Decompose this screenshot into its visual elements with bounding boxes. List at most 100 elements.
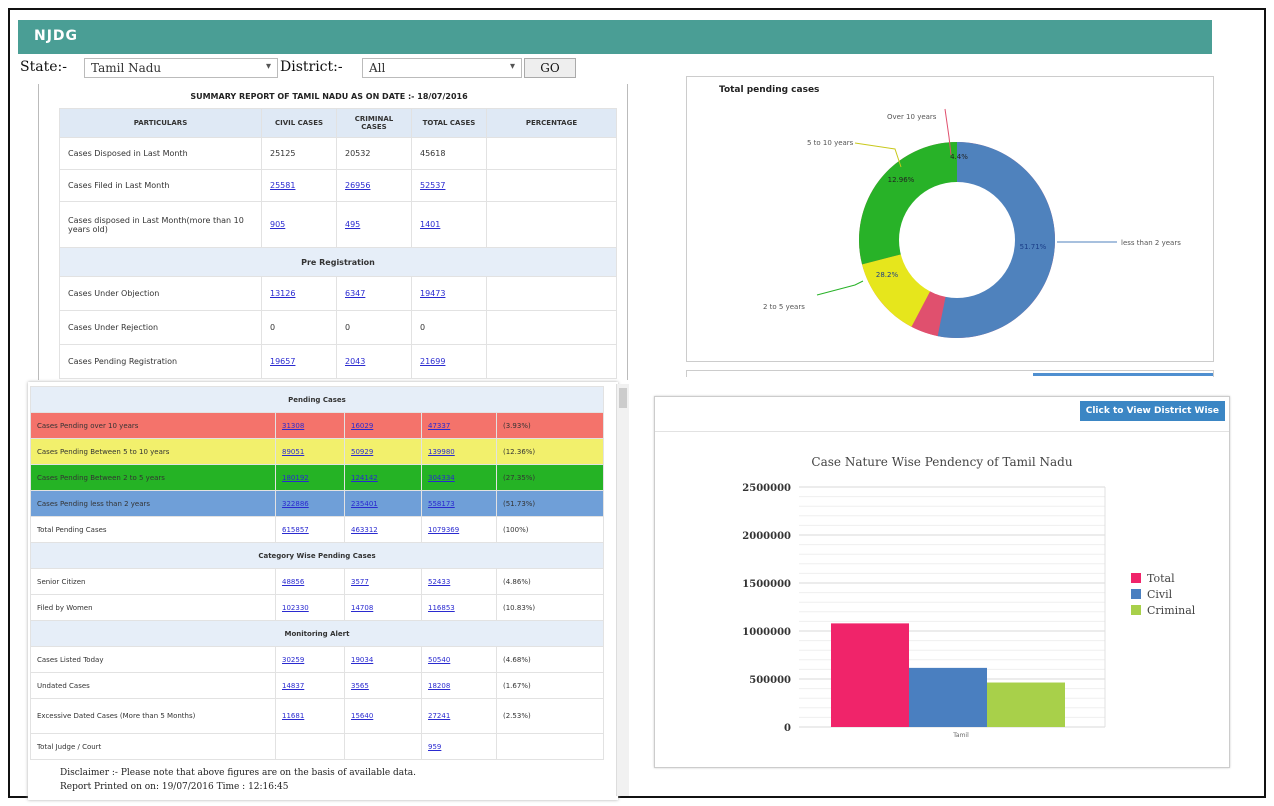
criminal-link[interactable]: 3577 [351, 578, 369, 586]
criminal-link[interactable]: 2043 [345, 357, 365, 366]
legend-label-2-5: 2 to 5 years [763, 303, 805, 311]
state-value: Tamil Nadu [91, 61, 162, 75]
y-tick-label: 500000 [749, 675, 791, 686]
col-header: CIVIL CASES [261, 108, 337, 138]
civil-link[interactable]: 180192 [282, 474, 309, 482]
scrollbar[interactable] [616, 384, 629, 796]
bar-total[interactable] [831, 623, 909, 727]
view-district-wise-button[interactable]: Click to View District Wise [1079, 401, 1225, 421]
civil-link[interactable]: 19657 [270, 357, 295, 366]
summary-title: SUMMARY REPORT OF TAMIL NADU AS ON DATE … [190, 92, 468, 101]
row-label: Cases Disposed in Last Month [59, 137, 262, 170]
civil-link[interactable]: 31308 [282, 422, 304, 430]
total-link[interactable]: 18208 [428, 682, 450, 690]
total-link[interactable]: 558173 [428, 500, 455, 508]
table-row: Excessive Dated Cases (More than 5 Month… [30, 698, 604, 734]
row-label: Cases Pending Registration [59, 344, 262, 379]
total-link[interactable]: 19473 [420, 289, 445, 298]
bar-legend: Total Civil Criminal [1131, 572, 1196, 617]
table-row: Cases Under Rejection 0 0 0 [59, 310, 617, 345]
accent-bar [1033, 373, 1213, 376]
total-link[interactable]: 21699 [420, 357, 445, 366]
total-link[interactable]: 959 [428, 743, 441, 751]
y-tick-label: 2500000 [742, 483, 791, 494]
civil-link[interactable]: 11681 [282, 712, 304, 720]
total-value: 45618 [411, 137, 487, 170]
bar-civil[interactable] [909, 667, 987, 727]
section-row: Pending Cases [30, 386, 604, 413]
criminal-link[interactable]: 19034 [351, 656, 373, 664]
total-link[interactable]: 47337 [428, 422, 450, 430]
brand-logo[interactable]: NJDG [34, 28, 78, 44]
state-select[interactable]: Tamil Nadu ▾ [84, 58, 278, 78]
total-link[interactable]: 1401 [420, 220, 440, 229]
pct-value: (3.93%) [496, 412, 604, 439]
total-link[interactable]: 52537 [420, 181, 445, 190]
legend-label-civil: Civil [1147, 588, 1173, 601]
criminal-value: 0 [336, 310, 412, 345]
row-label: Cases Listed Today [30, 646, 276, 673]
legend-label-criminal: Criminal [1147, 604, 1196, 617]
pct-value: (1.67%) [496, 672, 604, 699]
legend-swatch-criminal [1131, 605, 1141, 615]
criminal-link[interactable]: 14708 [351, 604, 373, 612]
civil-link[interactable]: 30259 [282, 656, 304, 664]
row-label: Cases Pending less than 2 years [30, 490, 276, 517]
district-label: District:- [280, 59, 343, 75]
pct-value [486, 310, 617, 345]
total-link[interactable]: 116853 [428, 604, 455, 612]
bar-criminal[interactable] [987, 682, 1065, 727]
table-row: Total Judge / Court 959 [30, 733, 604, 760]
col-header: PARTICULARS [59, 108, 262, 138]
pct-value: (4.86%) [496, 568, 604, 595]
row-label: Excessive Dated Cases (More than 5 Month… [30, 698, 276, 734]
civil-link[interactable]: 14837 [282, 682, 304, 690]
civil-link[interactable]: 905 [270, 220, 285, 229]
total-link[interactable]: 304334 [428, 474, 455, 482]
section-row: Category Wise Pending Cases [30, 542, 604, 569]
pct-value [486, 276, 617, 311]
district-select[interactable]: All ▾ [362, 58, 522, 78]
summary-table: PARTICULARS CIVIL CASES CRIMINAL CASES T… [59, 108, 617, 379]
summary-panel: SUMMARY REPORT OF TAMIL NADU AS ON DATE … [38, 84, 628, 380]
total-link[interactable]: 27241 [428, 712, 450, 720]
civil-link[interactable]: 13126 [270, 289, 295, 298]
go-button[interactable]: GO [524, 58, 576, 78]
bar-series [831, 623, 1065, 727]
criminal-link[interactable]: 495 [345, 220, 360, 229]
criminal-link[interactable]: 26956 [345, 181, 370, 190]
civil-link[interactable]: 615857 [282, 526, 309, 534]
civil-link[interactable]: 48856 [282, 578, 304, 586]
total-link[interactable]: 50540 [428, 656, 450, 664]
civil-link[interactable]: 322886 [282, 500, 309, 508]
table-row: Undated Cases 14837 3565 18208 (1.67%) [30, 672, 604, 699]
table-row: Cases Pending less than 2 years 322886 2… [30, 490, 604, 517]
total-link[interactable]: 139980 [428, 448, 455, 456]
civil-link[interactable]: 102330 [282, 604, 309, 612]
criminal-link[interactable]: 16029 [351, 422, 373, 430]
criminal-link[interactable]: 50929 [351, 448, 373, 456]
scrollbar-thumb[interactable] [619, 388, 627, 408]
donut-hole [899, 182, 1015, 298]
criminal-link[interactable]: 463312 [351, 526, 378, 534]
total-link[interactable]: 1079369 [428, 526, 459, 534]
pct-value: (2.53%) [496, 698, 604, 734]
pct-value: (51.73%) [496, 490, 604, 517]
civil-link[interactable]: 25581 [270, 181, 295, 190]
section-title: Monitoring Alert [30, 620, 604, 647]
criminal-link[interactable]: 3565 [351, 682, 369, 690]
disclaimer-text: Disclaimer :- Please note that above fig… [60, 768, 417, 778]
pct-value: (27.35%) [496, 464, 604, 491]
pct-value [486, 344, 617, 379]
criminal-link[interactable]: 235401 [351, 500, 378, 508]
criminal-link[interactable]: 15640 [351, 712, 373, 720]
section-title: Category Wise Pending Cases [30, 542, 604, 569]
criminal-link[interactable]: 6347 [345, 289, 365, 298]
pending-panel: Pending Cases Cases Pending over 10 year… [28, 382, 618, 800]
col-header: CRIMINAL CASES [336, 108, 412, 138]
civil-link[interactable]: 89051 [282, 448, 304, 456]
legend-label-over10: Over 10 years [887, 113, 937, 121]
criminal-link[interactable]: 124142 [351, 474, 378, 482]
total-link[interactable]: 52433 [428, 578, 450, 586]
bar-chart-title: Case Nature Wise Pendency of Tamil Nadu [811, 455, 1073, 469]
